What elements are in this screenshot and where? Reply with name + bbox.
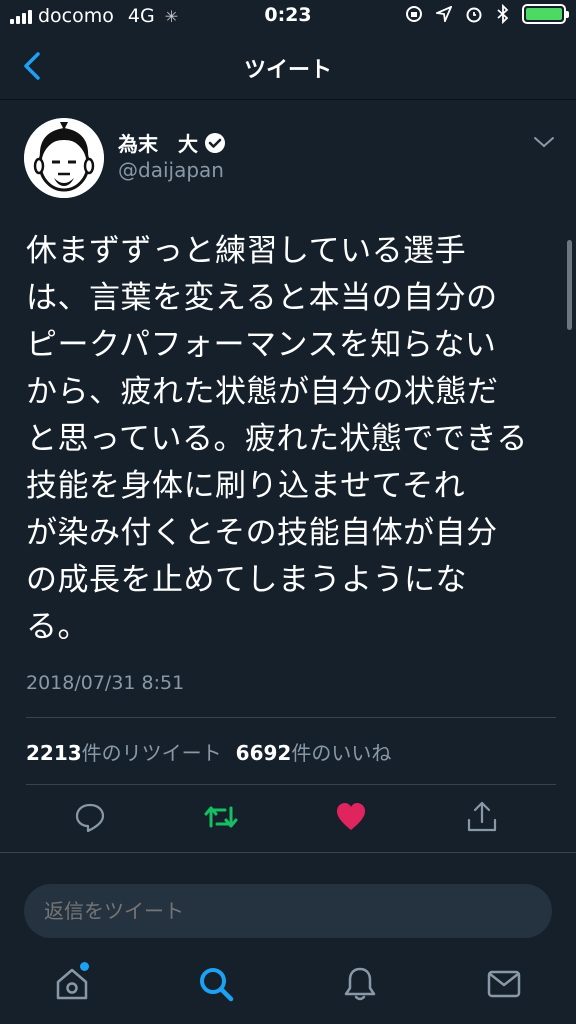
author-name[interactable]: 為末 大: [118, 128, 226, 157]
share-icon: [467, 801, 497, 832]
like-stat[interactable]: 6692件のいいね: [236, 737, 392, 766]
author-handle[interactable]: @daijapan: [118, 158, 224, 182]
reply-bar: [0, 870, 576, 954]
retweet-icon: [204, 806, 238, 828]
tweet-text-line: から、疲れた状態が自分の状態だ: [26, 374, 499, 410]
page-title: ツイート: [243, 58, 332, 83]
chevron-down-icon[interactable]: [532, 134, 556, 150]
tab-notifications[interactable]: [340, 964, 380, 1004]
like-stat-label: 件のいいね: [291, 741, 392, 765]
reply-bubble-icon: [75, 803, 105, 833]
bluetooth-icon: [497, 4, 509, 24]
status-bar: docomo 4G ✳ 0:23: [0, 0, 576, 34]
heart-icon: [337, 803, 365, 830]
tweet-text-line: 休まずずっと練習している選手: [26, 233, 467, 269]
tweet-timestamp: 2018/07/31 8:51: [26, 672, 185, 694]
nav-bar: ツイート: [0, 34, 576, 100]
alarm-icon: [466, 7, 482, 23]
orientation-lock-icon: [406, 6, 422, 22]
tweet-text-line: ピークパフォーマンスを知らない: [26, 327, 497, 363]
reply-button[interactable]: [73, 800, 107, 834]
author-name-text: 為末 大: [118, 132, 198, 156]
tab-search[interactable]: [196, 964, 236, 1004]
reply-input[interactable]: [24, 884, 552, 938]
retweet-button[interactable]: [203, 800, 238, 834]
tweet-text-line: る。: [26, 609, 89, 645]
retweet-stat[interactable]: 2213件のリツイート: [26, 737, 222, 766]
tweet-text-line: が染み付くとその技能自体が自分: [26, 515, 498, 551]
search-icon: [200, 968, 234, 1002]
divider: [26, 717, 556, 718]
tweet-text: 休まずずっと練習している選手 は、言葉を変えると本当の自分の ピークパフォーマン…: [26, 228, 546, 651]
tweet-text-line: の成長を止めてしまうようにな: [26, 562, 467, 598]
divider: [0, 852, 576, 853]
avatar[interactable]: [24, 118, 104, 198]
bell-icon: [344, 967, 376, 1001]
tweet-stats: 2213件のリツイート 6692件のいいね: [26, 737, 391, 766]
tab-bar: [0, 954, 576, 1024]
location-icon: [436, 6, 452, 22]
retweet-count: 2213: [26, 741, 82, 765]
home-notification-dot: [80, 962, 89, 971]
battery-icon: [522, 4, 569, 24]
tweet-text-line: と思っている。疲れた状態でできる: [26, 421, 528, 457]
tab-messages[interactable]: [484, 964, 524, 1004]
retweet-stat-label: 件のリツイート: [81, 741, 222, 765]
like-count: 6692: [235, 741, 292, 765]
tweet-text-line: は、言葉を変えると本当の自分の: [26, 280, 498, 316]
mail-icon: [487, 970, 521, 998]
tweet-actions: [0, 800, 576, 838]
like-button[interactable]: [334, 800, 368, 834]
status-right: [404, 4, 569, 24]
avatar-illustration-icon: [24, 118, 104, 198]
divider: [26, 784, 556, 785]
tweet-text-line: 技能を身体に刷り込ませてそれ: [26, 468, 466, 504]
share-button[interactable]: [465, 800, 499, 834]
scrollbar[interactable]: [567, 240, 572, 330]
verified-badge-icon: [205, 132, 225, 153]
